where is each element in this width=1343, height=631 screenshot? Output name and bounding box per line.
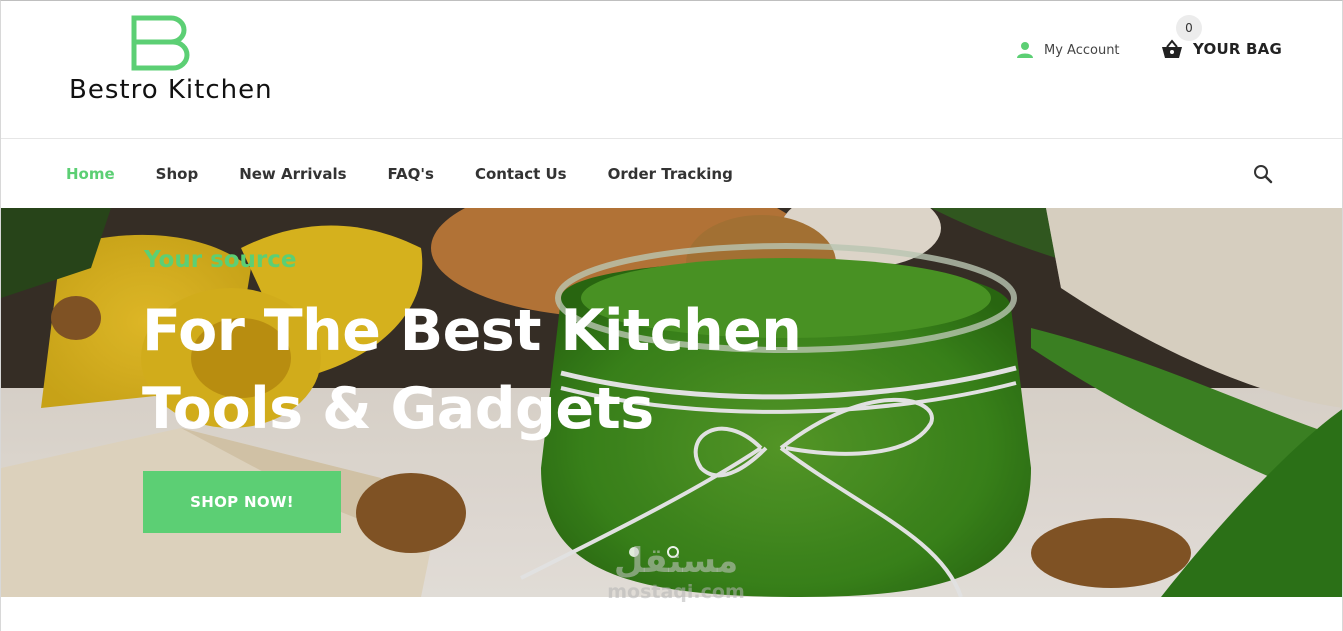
hero-kicker: Your source [144, 247, 297, 273]
nav-item-new-arrivals[interactable]: New Arrivals [239, 165, 346, 183]
nav-item-home[interactable]: Home [66, 165, 115, 183]
page: Bestro Kitchen My Account 0 YOUR BAG Hom… [0, 0, 1343, 631]
my-account-link[interactable]: My Account [1016, 41, 1120, 59]
hero-title: For The Best Kitchen Tools & Gadgets [142, 292, 842, 448]
bag-count-badge: 0 [1176, 15, 1202, 41]
main-nav: Home Shop New Arrivals FAQ's Contact Us … [1, 140, 1342, 208]
nav-item-contact-us[interactable]: Contact Us [475, 165, 567, 183]
user-icon [1017, 42, 1033, 58]
logo-b-mark-icon [131, 15, 190, 71]
search-icon [1254, 165, 1273, 184]
shop-now-button[interactable]: SHOP NOW! [143, 471, 341, 533]
nav-item-shop[interactable]: Shop [156, 165, 199, 183]
search-button[interactable] [1253, 164, 1273, 188]
hero-banner: Your source For The Best Kitchen Tools &… [1, 208, 1342, 597]
logo-wordmark: Bestro Kitchen [69, 75, 273, 105]
nav-item-order-tracking[interactable]: Order Tracking [608, 165, 733, 183]
nav-list: Home Shop New Arrivals FAQ's Contact Us … [66, 140, 733, 208]
site-logo[interactable]: Bestro Kitchen [69, 15, 279, 110]
slider-dots [629, 546, 679, 558]
site-header: Bestro Kitchen My Account 0 YOUR BAG [1, 1, 1342, 139]
my-account-label: My Account [1044, 42, 1120, 58]
slider-dot-2[interactable] [667, 546, 679, 558]
your-bag-button[interactable]: YOUR BAG [1161, 39, 1282, 59]
slider-dot-1[interactable] [629, 547, 639, 557]
your-bag-label: YOUR BAG [1193, 40, 1282, 58]
hero-title-line-2: Tools & Gadgets [142, 376, 654, 442]
basket-icon [1162, 39, 1182, 58]
hero-title-line-1: For The Best Kitchen [142, 298, 802, 364]
nav-item-faqs[interactable]: FAQ's [388, 165, 434, 183]
